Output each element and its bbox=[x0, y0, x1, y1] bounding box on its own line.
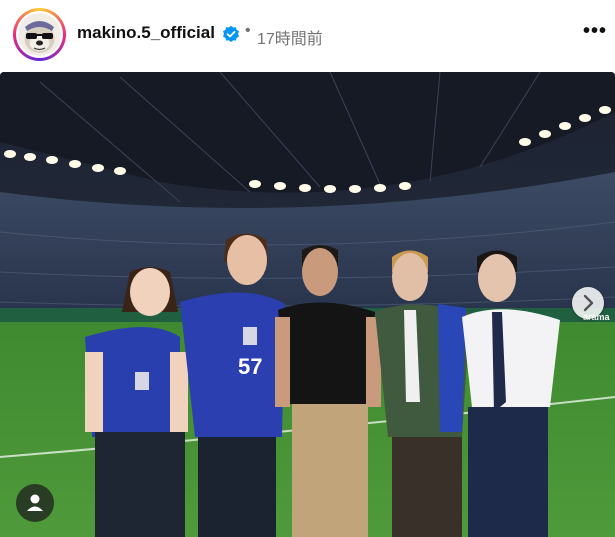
post-photo[interactable]: arama 57 bbox=[0, 72, 615, 537]
bulldog-avatar bbox=[18, 13, 61, 56]
story-ring[interactable] bbox=[13, 8, 66, 61]
separator-dot: • bbox=[245, 22, 251, 39]
user-tag-icon[interactable] bbox=[16, 484, 54, 522]
more-options-icon[interactable]: ••• bbox=[583, 21, 607, 46]
post-time[interactable]: 17時間前 bbox=[257, 25, 323, 49]
chevron-right-icon[interactable] bbox=[572, 287, 604, 319]
jersey-number: 57 bbox=[238, 354, 262, 379]
verified-badge-icon bbox=[223, 25, 239, 42]
post-header: makino.5_official • 17時間前 ••• bbox=[0, 0, 615, 68]
username[interactable]: makino.5_official bbox=[77, 23, 215, 43]
